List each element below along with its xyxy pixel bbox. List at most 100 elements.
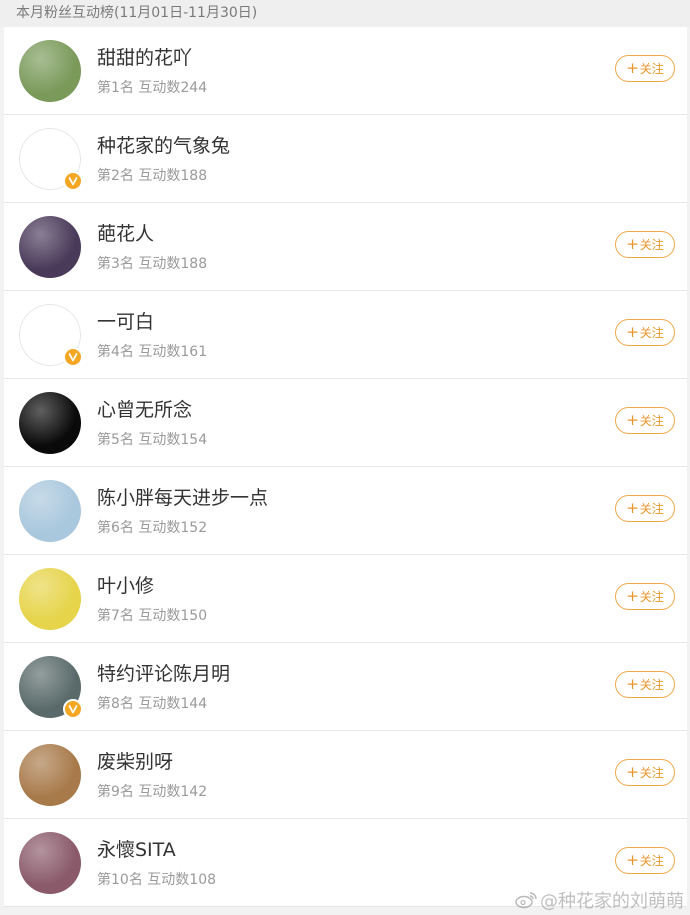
user-name[interactable]: 一可白 xyxy=(97,307,154,334)
plus-icon: + xyxy=(626,323,639,341)
rank-label: 第1名 xyxy=(97,80,134,96)
interaction-count: 互动数144 xyxy=(138,696,208,712)
follow-button[interactable]: + 关注 xyxy=(615,847,675,874)
follow-label: 关注 xyxy=(639,326,664,340)
rank-info: 第6名 互动数152 xyxy=(97,517,207,537)
ranking-row[interactable]: 特约评论陈月明第8名 互动数144 + 关注 xyxy=(4,643,687,731)
follow-label: 关注 xyxy=(639,590,664,604)
rank-label: 第9名 xyxy=(97,784,134,800)
follow-button[interactable]: + 关注 xyxy=(615,407,675,434)
ranking-row[interactable]: 心曾无所念第5名 互动数154 + 关注 xyxy=(4,379,687,467)
interaction-count: 互动数188 xyxy=(138,168,208,184)
rank-label: 第3名 xyxy=(97,256,134,272)
follow-label: 关注 xyxy=(639,502,664,516)
follow-button[interactable]: + 关注 xyxy=(615,495,675,522)
follow-label: 关注 xyxy=(639,238,664,252)
user-name[interactable]: 心曾无所念 xyxy=(97,395,192,422)
rank-info: 第10名 互动数108 xyxy=(97,869,216,889)
rank-label: 第8名 xyxy=(97,696,134,712)
verified-badge-icon xyxy=(63,171,83,191)
ranking-title: 本月粉丝互动榜(11月01日-11月30日) xyxy=(16,5,258,21)
avatar[interactable] xyxy=(19,392,81,454)
avatar-image xyxy=(19,480,81,542)
user-name[interactable]: 叶小修 xyxy=(97,571,154,598)
rank-label: 第4名 xyxy=(97,344,134,360)
rank-info: 第8名 互动数144 xyxy=(97,693,207,713)
follow-button[interactable]: + 关注 xyxy=(615,55,675,82)
avatar[interactable] xyxy=(19,568,81,630)
ranking-header: 本月粉丝互动榜(11月01日-11月30日) xyxy=(0,0,690,27)
interaction-count: 互动数108 xyxy=(147,872,217,888)
follow-button[interactable]: + 关注 xyxy=(615,671,675,698)
plus-icon: + xyxy=(626,675,639,693)
rank-info: 第4名 互动数161 xyxy=(97,341,207,361)
avatar-image xyxy=(19,392,81,454)
rank-info: 第9名 互动数142 xyxy=(97,781,207,801)
avatar[interactable] xyxy=(19,832,81,894)
interaction-count: 互动数154 xyxy=(138,432,208,448)
rank-info: 第3名 互动数188 xyxy=(97,253,207,273)
follow-label: 关注 xyxy=(639,854,664,868)
avatar[interactable] xyxy=(19,304,83,367)
follow-label: 关注 xyxy=(639,414,664,428)
avatar[interactable] xyxy=(19,656,83,719)
plus-icon: + xyxy=(626,587,639,605)
avatar-image xyxy=(19,832,81,894)
ranking-row[interactable]: 甜甜的花吖第1名 互动数244 + 关注 xyxy=(4,27,687,115)
ranking-row[interactable]: 废柴别呀第9名 互动数142 + 关注 xyxy=(4,731,687,819)
weibo-logo-icon xyxy=(515,892,537,909)
ranking-row[interactable]: 叶小修第7名 互动数150 + 关注 xyxy=(4,555,687,643)
avatar-image xyxy=(19,40,81,102)
avatar[interactable] xyxy=(19,216,81,278)
user-name[interactable]: 永懷SITA xyxy=(97,835,176,862)
ranking-row[interactable]: 葩花人第3名 互动数188 + 关注 xyxy=(4,203,687,291)
weibo-watermark: @种花家的刘萌萌 xyxy=(515,887,684,913)
user-name[interactable]: 废柴别呀 xyxy=(97,747,173,774)
avatar[interactable] xyxy=(19,480,81,542)
interaction-count: 互动数142 xyxy=(138,784,208,800)
rank-info: 第7名 互动数150 xyxy=(97,605,207,625)
rank-label: 第6名 xyxy=(97,520,134,536)
verified-badge-icon xyxy=(63,347,83,367)
user-name[interactable]: 种花家的气象兔 xyxy=(97,131,230,158)
interaction-count: 互动数150 xyxy=(138,608,208,624)
rank-label: 第5名 xyxy=(97,432,134,448)
interaction-count: 互动数244 xyxy=(138,80,208,96)
follow-button[interactable]: + 关注 xyxy=(615,319,675,346)
verified-badge-icon xyxy=(63,699,83,719)
plus-icon: + xyxy=(626,235,639,253)
ranking-row[interactable]: 种花家的气象兔第2名 互动数188 xyxy=(4,115,687,203)
rank-info: 第1名 互动数244 xyxy=(97,77,207,97)
follow-button[interactable]: + 关注 xyxy=(615,231,675,258)
plus-icon: + xyxy=(626,59,639,77)
avatar[interactable] xyxy=(19,128,83,191)
avatar[interactable] xyxy=(19,40,81,102)
follow-label: 关注 xyxy=(639,678,664,692)
user-name[interactable]: 特约评论陈月明 xyxy=(97,659,230,686)
follow-label: 关注 xyxy=(639,766,664,780)
interaction-count: 互动数188 xyxy=(138,256,208,272)
ranking-row[interactable]: 一可白第4名 互动数161 + 关注 xyxy=(4,291,687,379)
interaction-count: 互动数152 xyxy=(138,520,208,536)
user-name[interactable]: 甜甜的花吖 xyxy=(97,43,192,70)
avatar-image xyxy=(19,216,81,278)
user-name[interactable]: 陈小胖每天进步一点 xyxy=(97,483,268,510)
rank-label: 第10名 xyxy=(97,872,143,888)
follow-button[interactable]: + 关注 xyxy=(615,583,675,610)
interaction-count: 互动数161 xyxy=(138,344,208,360)
user-name[interactable]: 葩花人 xyxy=(97,219,154,246)
rank-info: 第5名 互动数154 xyxy=(97,429,207,449)
rank-label: 第2名 xyxy=(97,168,134,184)
rank-info: 第2名 互动数188 xyxy=(97,165,207,185)
rank-label: 第7名 xyxy=(97,608,134,624)
ranking-row[interactable]: 陈小胖每天进步一点第6名 互动数152 + 关注 xyxy=(4,467,687,555)
avatar-image xyxy=(19,744,81,806)
follow-button[interactable]: + 关注 xyxy=(615,759,675,786)
avatar-image xyxy=(19,568,81,630)
avatar[interactable] xyxy=(19,744,81,806)
fan-ranking-list: 甜甜的花吖 第1名 互动数244 + 关注 种花家的气象兔 第2名 互动数188 葩花人 第3… xyxy=(0,27,690,907)
watermark-text: @种花家的刘萌萌 xyxy=(540,891,684,912)
plus-icon: + xyxy=(626,411,639,429)
follow-label: 关注 xyxy=(639,62,664,76)
plus-icon: + xyxy=(626,763,639,781)
